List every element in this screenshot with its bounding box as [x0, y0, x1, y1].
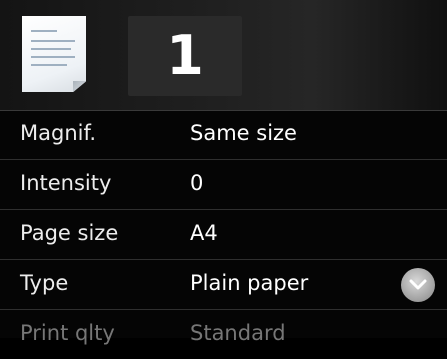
setting-row-print-quality[interactable]: Print qlty Standard	[0, 310, 447, 359]
doc-line	[31, 30, 57, 32]
copy-settings-screen: 1 Magnif. Same size Intensity 0 Page siz…	[0, 0, 447, 345]
setting-value: Plain paper	[190, 271, 309, 295]
setting-row-page-size[interactable]: Page size A4	[0, 210, 447, 260]
setting-value: A4	[190, 221, 218, 245]
doc-line	[31, 64, 67, 66]
doc-line	[31, 56, 75, 58]
setting-value: Standard	[190, 321, 286, 345]
setting-label: Page size	[20, 221, 119, 245]
scroll-down-button[interactable]	[401, 268, 435, 302]
document-icon	[22, 16, 86, 92]
chevron-down-icon	[409, 279, 427, 290]
doc-line	[31, 48, 71, 50]
setting-value: 0	[190, 171, 204, 195]
setting-label: Type	[20, 271, 69, 295]
setting-row-intensity[interactable]: Intensity 0	[0, 160, 447, 210]
page-fold	[73, 81, 86, 92]
setting-value: Same size	[190, 121, 297, 145]
doc-line	[31, 40, 75, 42]
copies-count-box[interactable]: 1	[128, 16, 242, 96]
setting-row-type[interactable]: Type Plain paper	[0, 260, 447, 310]
setting-row-magnification[interactable]: Magnif. Same size	[0, 110, 447, 160]
setting-label: Print qlty	[20, 321, 115, 345]
setting-label: Magnif.	[20, 121, 97, 145]
setting-label: Intensity	[20, 171, 112, 195]
copies-count: 1	[166, 24, 204, 87]
header-bar: 1	[0, 0, 447, 111]
